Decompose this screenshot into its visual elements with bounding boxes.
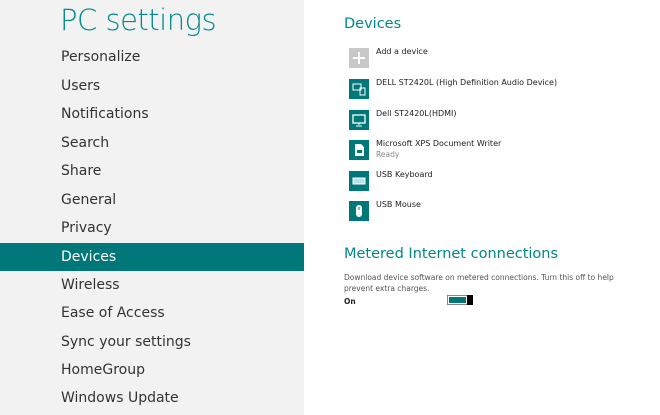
nav-search[interactable]: Search bbox=[0, 129, 304, 157]
nav-devices[interactable]: Devices bbox=[0, 243, 304, 271]
device-name: Microsoft XPS Document Writer bbox=[376, 139, 502, 148]
device-item[interactable]: USB Mouse bbox=[349, 200, 649, 225]
nav-notifications[interactable]: Notifications bbox=[0, 100, 304, 128]
nav-ease-of-access[interactable]: Ease of Access bbox=[0, 299, 304, 327]
page-title: PC settings bbox=[60, 3, 217, 37]
monitor-icon bbox=[349, 110, 369, 130]
keyboard-icon bbox=[349, 171, 369, 191]
printer-icon bbox=[349, 140, 369, 160]
metered-description: Download device software on metered conn… bbox=[344, 273, 614, 293]
device-item[interactable]: USB Keyboard bbox=[349, 170, 649, 195]
metered-toggle[interactable] bbox=[447, 295, 473, 305]
device-name: USB Mouse bbox=[376, 200, 421, 209]
nav-homegroup[interactable]: HomeGroup bbox=[0, 356, 304, 384]
device-item[interactable]: Microsoft XPS Document Writer Ready bbox=[349, 139, 649, 164]
nav-users[interactable]: Users bbox=[0, 72, 304, 100]
device-name: Add a device bbox=[376, 47, 428, 56]
nav-wireless[interactable]: Wireless bbox=[0, 271, 304, 299]
device-name: Dell ST2420L(HDMI) bbox=[376, 109, 457, 118]
settings-nav-pane: PC settings Personalize Users Notificati… bbox=[0, 0, 304, 415]
device-name: USB Keyboard bbox=[376, 170, 433, 179]
mouse-icon bbox=[349, 201, 369, 221]
metered-heading: Metered Internet connections bbox=[344, 246, 559, 262]
nav-share[interactable]: Share bbox=[0, 157, 304, 185]
nav-personalize[interactable]: Personalize bbox=[0, 43, 304, 71]
nav-sync-settings[interactable]: Sync your settings bbox=[0, 328, 304, 356]
nav-windows-update[interactable]: Windows Update bbox=[0, 384, 304, 412]
add-device-button[interactable]: Add a device bbox=[349, 47, 649, 72]
device-item[interactable]: DELL ST2420L (High Definition Audio Devi… bbox=[349, 78, 649, 103]
audio-device-icon bbox=[349, 79, 369, 99]
plus-icon bbox=[349, 48, 369, 68]
device-name: DELL ST2420L (High Definition Audio Devi… bbox=[376, 78, 558, 87]
device-item[interactable]: Dell ST2420L(HDMI) bbox=[349, 109, 649, 134]
nav-privacy[interactable]: Privacy bbox=[0, 214, 304, 242]
nav-general[interactable]: General bbox=[0, 186, 304, 214]
device-status: Ready bbox=[376, 150, 400, 159]
devices-heading: Devices bbox=[344, 16, 402, 32]
toggle-state-label: On bbox=[344, 297, 356, 306]
